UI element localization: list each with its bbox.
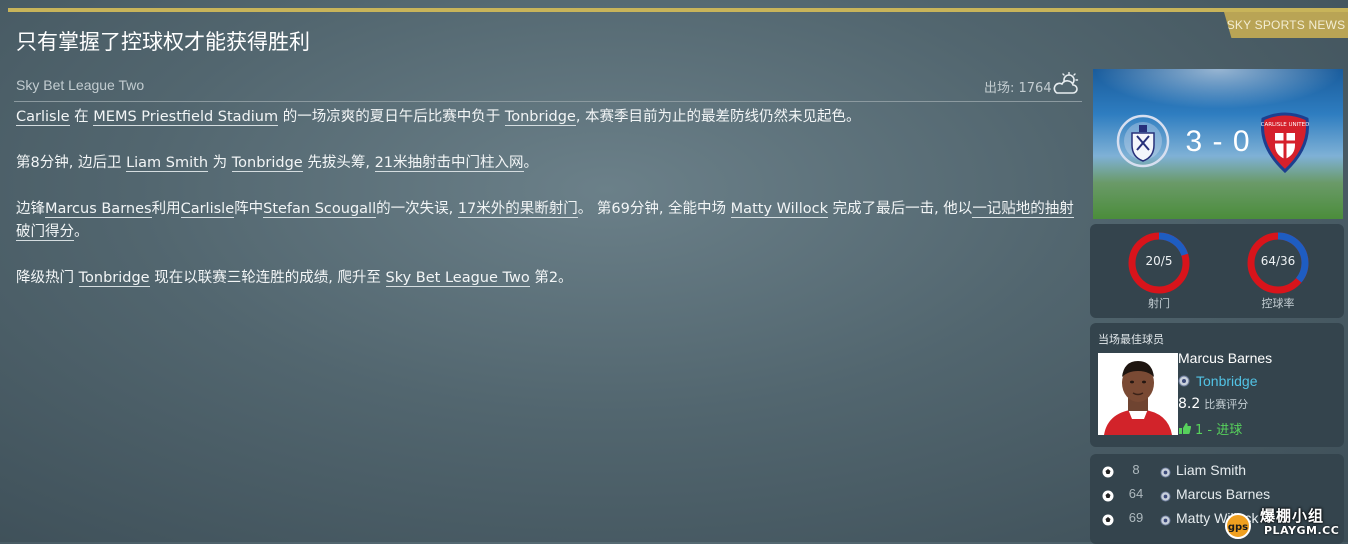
motm-title: 当场最佳球员 xyxy=(1098,333,1164,346)
story-text: 的一次失误, xyxy=(376,201,458,217)
watermark-subtext: PLAYGM.CC xyxy=(1264,524,1340,537)
player-name[interactable]: Marcus Barnes xyxy=(1178,350,1272,366)
carlisle-united-crest-icon[interactable]: CARLISLE UNITED xyxy=(1257,111,1313,173)
player-link[interactable]: Liam Smith xyxy=(126,155,209,172)
goal-link[interactable]: 17米外的果断射门 xyxy=(457,201,578,218)
story-text: 。 xyxy=(74,224,89,240)
story-text: 阵中 xyxy=(234,201,264,217)
club-badge-icon xyxy=(1160,467,1171,478)
story-paragraph: 第8分钟, 边后卫 Liam Smith 为 Tonbridge 先拔头筹, 2… xyxy=(16,152,1076,175)
score-card[interactable]: 3 - 0 CARLISLE UNITED xyxy=(1093,69,1343,219)
team-link[interactable]: Carlisle xyxy=(16,109,70,126)
story-paragraph: Carlisle 在 MEMS Priestfield Stadium 的一场凉… xyxy=(16,106,1076,129)
football-icon xyxy=(1102,466,1114,478)
player-club[interactable]: Tonbridge xyxy=(1178,373,1258,389)
story-text: 先拔头筹, xyxy=(302,155,375,171)
possession-value: 64/36 xyxy=(1260,254,1296,268)
story-text: 第8分钟, 边后卫 xyxy=(16,155,127,171)
story-text: 边锋 xyxy=(16,201,45,217)
football-icon xyxy=(1102,490,1114,502)
story-text: 。 第69分钟, 全能中场 xyxy=(577,201,731,217)
scorer-row[interactable]: 8 Liam Smith xyxy=(1090,462,1344,484)
player-photo[interactable] xyxy=(1098,353,1178,435)
player-goals: 1 - 进球 xyxy=(1178,419,1242,438)
team-link[interactable]: Carlisle xyxy=(180,201,235,218)
news-headline: 只有掌握了控球权才能获得胜利 xyxy=(16,30,310,54)
club-badge-icon xyxy=(1160,491,1171,502)
match-score: 3 - 0 xyxy=(1185,125,1251,158)
shots-caption: 射门 xyxy=(1148,297,1170,310)
crest-lettering: CARLISLE UNITED xyxy=(1261,122,1310,128)
attendance: 出场: 1764 xyxy=(984,81,1052,96)
stadium-link[interactable]: MEMS Priestfield Stadium xyxy=(93,109,279,126)
cloud-sun-icon xyxy=(1053,72,1079,94)
player-link[interactable]: Marcus Barnes xyxy=(45,201,152,218)
story-text: , 本赛季目前为止的最差防线仍然未见起色。 xyxy=(575,109,861,125)
top-accent-bar xyxy=(8,8,1348,12)
story-text: 完成了最后一击, 他以 xyxy=(827,201,973,217)
watermark-text: 爆棚小组 xyxy=(1260,507,1325,525)
goal-link[interactable]: 21米抽射击中门柱入网 xyxy=(374,155,524,172)
story-paragraph: 降级热门 Tonbridge 现在以联赛三轮连胜的成绩, 爬升至 Sky Bet… xyxy=(16,267,1076,290)
goal-minute: 64 xyxy=(1128,486,1144,501)
story-text: 为 xyxy=(208,155,232,171)
club-badge-icon xyxy=(1178,375,1190,387)
site-watermark: gps 爆棚小组 PLAYGM.CC xyxy=(1222,505,1346,542)
goals-text: 1 - 进球 xyxy=(1195,423,1243,438)
rating-value: 8.2 xyxy=(1178,396,1201,412)
header-divider xyxy=(14,101,1082,102)
story-text: 。 xyxy=(523,155,539,171)
player-of-the-match-panel[interactable]: 当场最佳球员 Marcus Barnes Tonbridge 8.2 比赛评分 1… xyxy=(1090,323,1344,447)
league-name[interactable]: Sky Bet League Two xyxy=(16,77,144,93)
player-club-name[interactable]: Tonbridge xyxy=(1196,373,1258,389)
shots-value: 20/5 xyxy=(1145,254,1173,268)
story-text: 第2。 xyxy=(529,270,573,286)
thumbs-up-icon xyxy=(1179,423,1192,434)
story-text: 降级热门 xyxy=(16,270,79,286)
team-link[interactable]: Tonbridge xyxy=(504,109,576,126)
team-link[interactable]: Tonbridge xyxy=(78,270,150,287)
stadium-lights xyxy=(1093,69,1343,109)
match-stats-panel: 20/5 射门 64/36 控球率 xyxy=(1090,224,1344,318)
team-link[interactable]: Tonbridge xyxy=(231,155,303,172)
story-text: 在 xyxy=(69,109,94,125)
player-link[interactable]: Stefan Scougall xyxy=(263,201,377,218)
scorer-name[interactable]: Marcus Barnes xyxy=(1176,486,1270,502)
player-link[interactable]: Matty Willock xyxy=(730,201,828,218)
possession-caption: 控球率 xyxy=(1261,297,1295,310)
tonbridge-crest-icon[interactable] xyxy=(1115,111,1171,173)
svg-text:gps: gps xyxy=(1228,522,1248,533)
club-badge-icon xyxy=(1160,515,1171,526)
story-paragraph: 边锋Marcus Barnes利用Carlisle阵中Stefan Scouga… xyxy=(16,198,1076,244)
scorer-name[interactable]: Liam Smith xyxy=(1176,462,1246,478)
match-story: Carlisle 在 MEMS Priestfield Stadium 的一场凉… xyxy=(16,106,1076,313)
story-text: 利用 xyxy=(151,201,181,217)
player-rating: 8.2 比赛评分 xyxy=(1178,396,1248,412)
story-text: 的一场凉爽的夏日午后比赛中负于 xyxy=(278,109,505,125)
goal-minute: 8 xyxy=(1132,462,1140,477)
football-icon xyxy=(1102,514,1114,526)
league-link[interactable]: Sky Bet League Two xyxy=(385,270,530,287)
watermark-logo-icon: gps xyxy=(1225,513,1251,539)
rating-label: 比赛评分 xyxy=(1204,398,1249,411)
story-text: 现在以联赛三轮连胜的成绩, 爬升至 xyxy=(149,270,386,286)
source-tag: SKY SPORTS NEWS xyxy=(1224,12,1348,38)
goal-minute: 69 xyxy=(1128,510,1144,525)
